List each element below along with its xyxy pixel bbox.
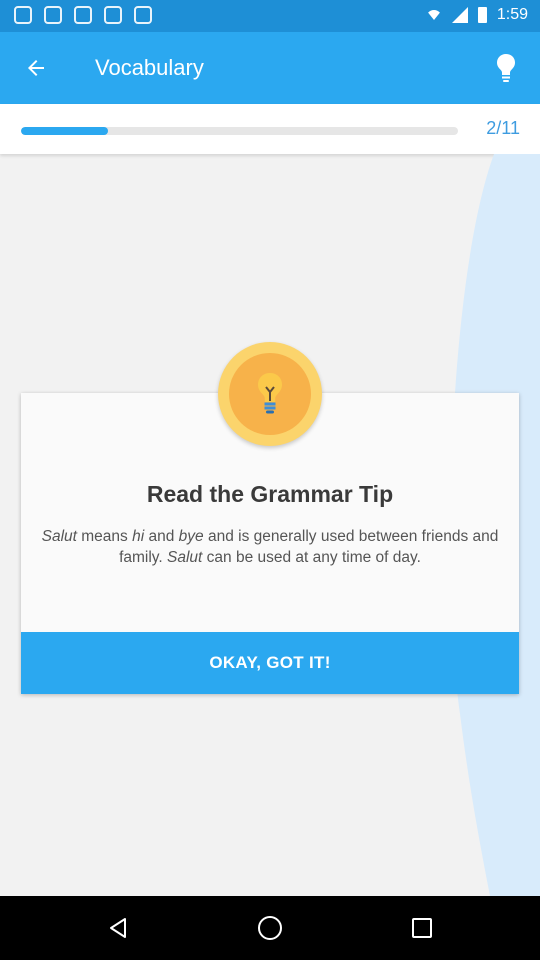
body-text: and (144, 528, 179, 545)
nav-recents-button[interactable] (402, 908, 442, 948)
tip-badge-inner (229, 353, 311, 435)
card-body: Salut means hi and bye and is generally … (41, 526, 499, 568)
progress-fill (21, 127, 109, 135)
battery-icon (477, 7, 487, 23)
tip-badge (218, 342, 322, 446)
arrow-back-icon (28, 60, 44, 76)
back-triangle-icon (110, 918, 126, 938)
system-icons: 1:59 (425, 6, 528, 24)
system-nav-bar (0, 896, 540, 960)
okay-got-it-button[interactable]: OKAY, GOT IT! (21, 632, 519, 694)
app-notification-icon (74, 6, 92, 24)
app-bar: Vocabulary (0, 32, 540, 104)
app-notification-icon (44, 6, 62, 24)
progress-track (21, 127, 458, 135)
card-title: Read the Grammar Tip (146, 481, 394, 507)
body-text: Salut (41, 528, 77, 545)
progress-count: 2/11 (486, 118, 520, 138)
app-notification-icon (104, 6, 122, 24)
body-text: means (76, 528, 133, 545)
page-title: Vocabulary (95, 55, 204, 80)
recents-square-icon (412, 918, 432, 938)
nav-back-button[interactable] (98, 908, 138, 948)
nav-home-button[interactable] (250, 908, 290, 948)
body-text: bye (178, 528, 204, 545)
body-text: hi (132, 528, 145, 545)
wifi-icon (425, 10, 442, 20)
signal-icon (451, 7, 468, 23)
body-text: can be used at any time of day. (202, 549, 421, 566)
back-button[interactable] (12, 44, 60, 92)
clock: 1:59 (496, 6, 528, 23)
lightbulb-icon (497, 54, 515, 82)
app-notification-icon (134, 6, 152, 24)
grammar-tip-button[interactable] (482, 44, 530, 92)
status-bar: 1:59 (0, 0, 540, 32)
lightbulb-icon (258, 373, 282, 414)
lesson-progress: 2/11 (0, 104, 540, 154)
body-text: Salut (167, 549, 203, 566)
notification-icons (14, 6, 152, 24)
app-notification-icon (14, 6, 32, 24)
home-circle-icon (258, 916, 282, 940)
